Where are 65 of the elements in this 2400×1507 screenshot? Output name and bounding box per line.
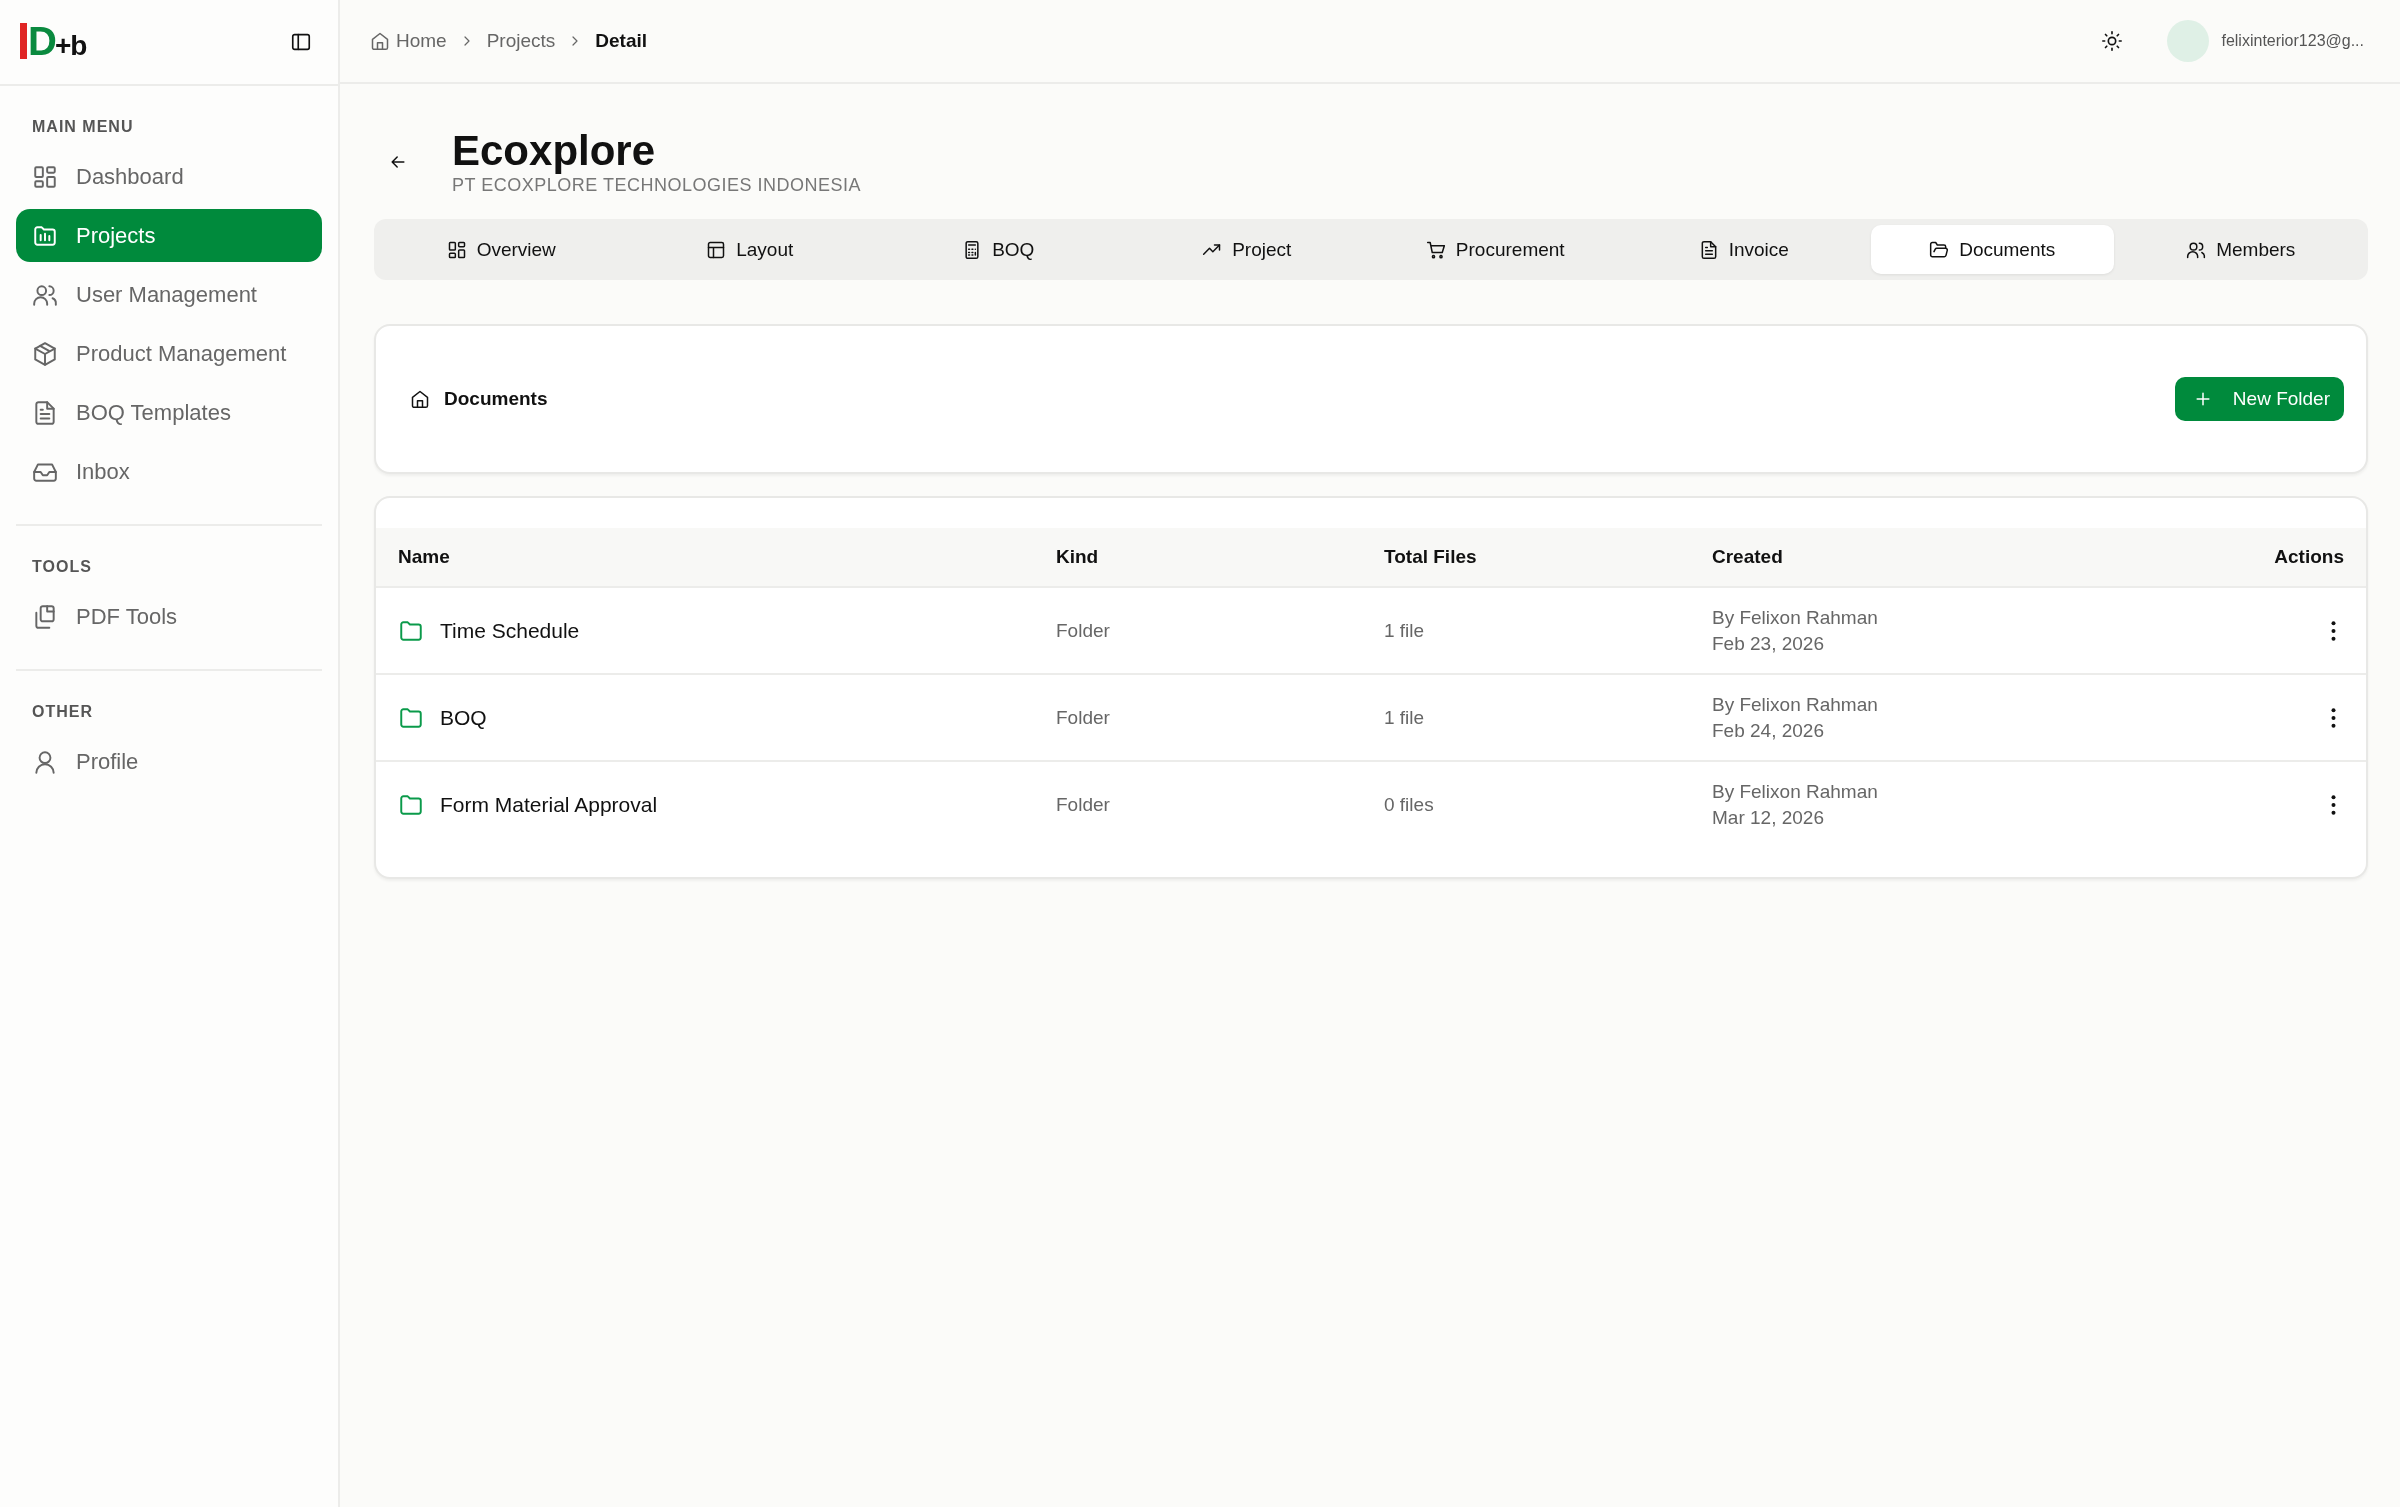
created-date: Feb 24, 2026 [1712, 718, 1825, 743]
section-heading: OTHER [31, 702, 94, 722]
layout-icon [706, 239, 727, 260]
table-cell: 0 files [1362, 761, 1690, 847]
table-cell: 1 file [1362, 674, 1690, 761]
column-header: Name [376, 528, 1034, 587]
user-icon [32, 748, 58, 775]
sidebar-item[interactable]: Profile [16, 735, 322, 788]
folder-name-link[interactable]: BOQ [398, 704, 1012, 731]
logo: D+b [20, 22, 87, 62]
sidebar-item[interactable]: Projects [16, 209, 322, 262]
project-title: Ecoxplore [452, 127, 657, 175]
home-icon [370, 31, 390, 51]
table-cell: Folder [1034, 761, 1362, 847]
folder-name-link[interactable]: Form Material Approval [398, 791, 1012, 818]
avatar [2167, 20, 2210, 62]
tab[interactable]: Members [2119, 225, 2362, 274]
grid-icon [446, 239, 467, 260]
created-date: Mar 12, 2026 [1712, 805, 1825, 830]
created-by: By Felixon Rahman [1712, 692, 1879, 717]
documents-icon [32, 603, 58, 630]
document-icon [32, 399, 58, 426]
column-header: Total Files [1362, 528, 1690, 587]
grid-icon [32, 163, 58, 190]
created-date: Feb 23, 2026 [1712, 631, 1825, 656]
tab[interactable]: Invoice [1622, 225, 1865, 274]
table-cell: Folder [1034, 674, 1362, 761]
tab[interactable]: Project [1125, 225, 1368, 274]
folder-path-link[interactable]: Documents [410, 388, 548, 410]
tab[interactable]: BOQ [877, 225, 1120, 274]
sidebar-item[interactable]: PDF Tools [16, 590, 322, 643]
home-icon [410, 389, 430, 409]
created-by: By Felixon Rahman [1712, 779, 1879, 804]
box-icon [32, 340, 58, 367]
breadcrumb-link[interactable]: Projects [486, 30, 556, 52]
folder-name-link[interactable]: Time Schedule [398, 617, 1012, 644]
sun-icon [2101, 30, 2124, 52]
sidebar-item[interactable]: Inbox [16, 445, 322, 498]
section-heading: TOOLS [31, 557, 93, 577]
more-icon [2331, 707, 2336, 728]
tab[interactable]: Documents [1871, 225, 2114, 274]
table-cell: Folder [1034, 587, 1362, 674]
breadcrumb-link[interactable]: Home [370, 30, 447, 52]
breadcrumb-link[interactable]: Detail [595, 30, 648, 52]
sidebar-item[interactable]: BOQ Templates [16, 386, 322, 439]
new-folder-button[interactable]: New Folder [2174, 377, 2344, 421]
table-cell: 1 file [1362, 587, 1690, 674]
column-header: Created [1690, 528, 2129, 587]
tab[interactable]: Procurement [1374, 225, 1617, 274]
created-by: By Felixon Rahman [1712, 605, 1879, 630]
sidebar-item[interactable]: User Management [16, 268, 322, 321]
sidebar-item[interactable]: Dashboard [16, 150, 322, 203]
tab[interactable]: Overview [380, 225, 623, 274]
sidebar-item[interactable]: Product Management [16, 327, 322, 380]
user-menu[interactable]: felixinterior123@g... [2167, 20, 2364, 62]
tab[interactable]: Layout [628, 225, 871, 274]
section-heading: MAIN MENU [31, 117, 135, 137]
more-icon [2331, 794, 2336, 815]
column-header: Kind [1034, 528, 1362, 587]
column-header: Actions [2128, 528, 2366, 587]
project-subtitle: PT ECOXPLORE TECHNOLOGIES INDONESIA [452, 175, 861, 196]
cart-icon [1425, 239, 1446, 260]
folder-icon [1929, 239, 1950, 260]
sidebar-icon [290, 31, 312, 53]
more-icon [2331, 620, 2336, 641]
